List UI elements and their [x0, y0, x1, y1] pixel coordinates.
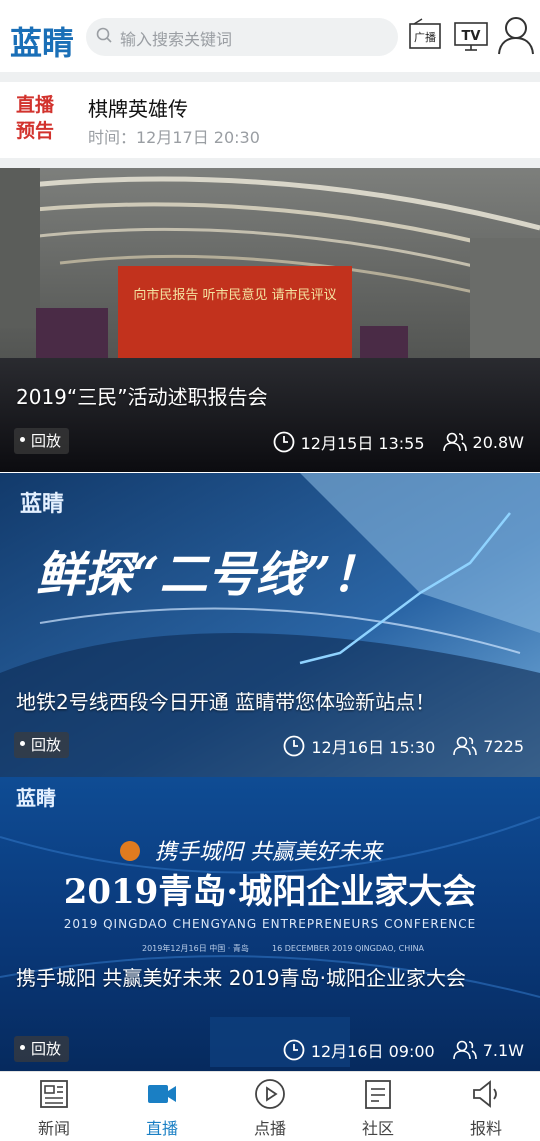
radio-label: 广播	[414, 30, 436, 44]
live-card[interactable]: 向市民报告 听市民意见 请市民评议 2019“三民”活动述职报告会 回放 12月…	[0, 168, 540, 472]
news-icon	[40, 1080, 68, 1108]
slogan: 携手城阳 共赢美好未来	[155, 840, 384, 865]
card-views: 7.1W	[482, 1040, 524, 1060]
card-meta: 12月15日 13:55 20.8W	[273, 430, 524, 454]
live-card[interactable]: 蓝睛 鲜探“二号线”！ 地铁2号线西段今日开通 蓝睛带您体验新站点！ 回放 12…	[0, 473, 540, 777]
card-meta: 12月16日 09:00 7.1W	[283, 1038, 524, 1062]
clock-icon	[283, 1039, 305, 1061]
replay-label: 回放	[31, 1040, 62, 1058]
tab-community[interactable]: 社区	[324, 1072, 432, 1141]
live-card[interactable]: 蓝睛 携手城阳 共赢美好未来 2019青岛·城阳企业家大会 2019 QINGD…	[0, 777, 540, 1081]
community-icon	[365, 1080, 391, 1109]
play-icon	[255, 1079, 285, 1109]
card-time: 12月15日 13:55	[300, 434, 425, 453]
date-left: 2019年12月16日 中国 · 青岛	[142, 943, 249, 953]
conference-subline: 2019 QINGDAO CHENGYANG ENTREPRENEURS CON…	[64, 917, 476, 931]
card-views: 7225	[483, 736, 524, 756]
tab-label: 报料	[469, 1119, 502, 1138]
preview-title: 棋牌英雄传	[88, 97, 188, 121]
user-icon	[498, 17, 534, 55]
tab-label: 新闻	[37, 1119, 70, 1138]
card-title: 携手城阳 共赢美好未来 2019青岛·城阳企业家大会	[16, 966, 466, 990]
card-meta: 12月16日 15:30 7225	[283, 734, 524, 758]
card-time: 12月16日 15:30	[311, 738, 436, 757]
card-time: 12月16日 09:00	[310, 1042, 435, 1061]
replay-badge: 回放	[14, 428, 70, 454]
top-header: 蓝睛 输入搜索关键词 广播 TV	[0, 0, 540, 72]
card-thumbnail: 向市民报告 听市民意见 请市民评议	[0, 168, 540, 472]
replay-label: 回放	[31, 736, 62, 754]
conference-headline: 2019青岛·城阳企业家大会	[64, 872, 476, 912]
report-icon	[473, 1080, 497, 1108]
radio-icon: 广播	[409, 18, 441, 49]
tab-report[interactable]: 报料	[432, 1072, 540, 1141]
live-camera-icon	[148, 1085, 176, 1103]
clock-icon	[283, 735, 305, 757]
search-bar[interactable]: 输入搜索关键词	[86, 18, 398, 56]
divider	[0, 158, 540, 168]
overlay-title: 鲜探“二号线”！	[36, 547, 379, 603]
replay-badge: 回放	[14, 732, 70, 758]
live-preview[interactable]: 直播预告 棋牌英雄传 时间：12月17日 20:30	[0, 82, 540, 158]
watermark-logo: 蓝睛	[20, 491, 64, 517]
tv-label: TV	[462, 29, 481, 44]
card-thumbnail: 蓝睛 鲜探“二号线”！	[0, 473, 540, 777]
tab-label: 社区	[361, 1119, 394, 1138]
radio-button[interactable]: 广播	[408, 18, 442, 56]
tab-vod[interactable]: 点播	[216, 1072, 324, 1141]
tab-label: 点播	[253, 1119, 286, 1138]
tv-button[interactable]: TV	[453, 18, 489, 56]
tv-icon: TV	[454, 22, 488, 51]
replay-label: 回放	[31, 432, 62, 450]
banner-text: 向市民报告 听市民意见 请市民评议	[133, 287, 336, 303]
card-title: 2019“三民”活动述职报告会	[16, 385, 268, 409]
viewers-icon	[452, 1040, 477, 1060]
user-button[interactable]	[496, 14, 536, 60]
divider	[0, 72, 540, 82]
tab-news[interactable]: 新闻	[0, 1072, 108, 1141]
bottom-tab-bar: 新闻 直播 点播 社区 报料	[0, 1071, 540, 1141]
live-preview-tag: 直播预告	[16, 94, 55, 142]
card-thumbnail: 蓝睛 携手城阳 共赢美好未来 2019青岛·城阳企业家大会 2019 QINGD…	[0, 777, 540, 1071]
replay-badge: 回放	[14, 1036, 70, 1062]
search-icon	[96, 27, 112, 43]
tab-live[interactable]: 直播	[108, 1072, 216, 1141]
date-right: 16 DECEMBER 2019 QINGDAO, CHINA	[272, 944, 425, 953]
viewers-icon	[453, 736, 478, 756]
app-logo[interactable]: 蓝睛	[10, 18, 74, 64]
watermark-logo: 蓝睛	[16, 786, 56, 810]
viewers-icon	[442, 432, 467, 452]
card-title: 地铁2号线西段今日开通 蓝睛带您体验新站点！	[16, 690, 436, 714]
card-views: 20.8W	[472, 432, 524, 452]
search-placeholder: 输入搜索关键词	[120, 30, 233, 49]
preview-time: 时间：12月17日 20:30	[88, 128, 260, 147]
tab-label: 直播	[145, 1119, 178, 1138]
clock-icon	[273, 431, 295, 453]
